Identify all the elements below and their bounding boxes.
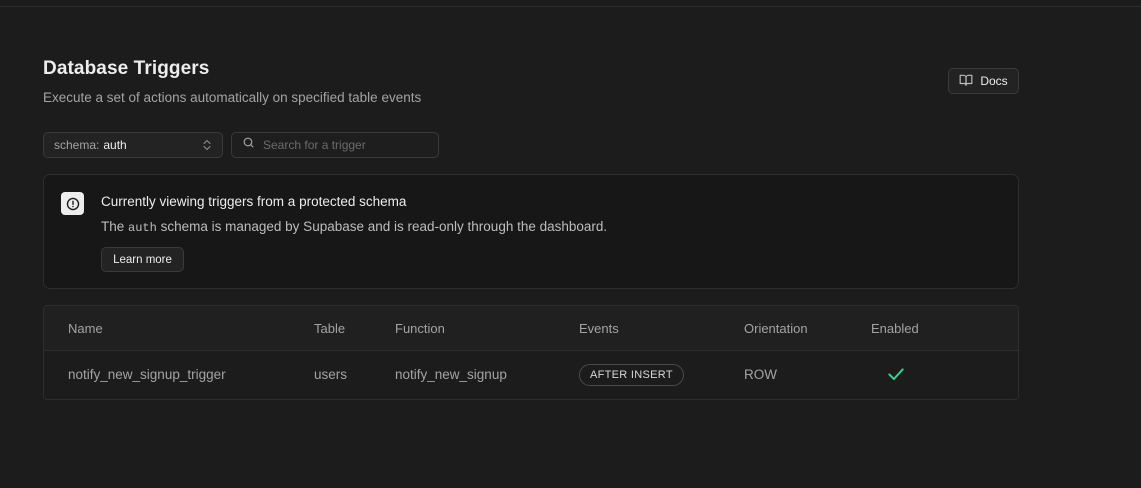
- alert-body: The auth schema is managed by Supabase a…: [101, 219, 607, 235]
- schema-select-label: schema:: [54, 138, 100, 152]
- schema-select-value: auth: [103, 138, 127, 152]
- trigger-table: users: [314, 367, 348, 382]
- trigger-name: notify_new_signup_trigger: [68, 367, 226, 382]
- column-header-enabled: Enabled: [871, 321, 919, 336]
- alert-title: Currently viewing triggers from a protec…: [101, 194, 407, 209]
- column-header-name: Name: [68, 321, 103, 336]
- table-header: Name Table Function Events Orientation E…: [44, 306, 1018, 351]
- chevrons-up-down-icon: [202, 139, 212, 151]
- protected-schema-alert: Currently viewing triggers from a protec…: [43, 174, 1019, 289]
- column-header-orientation: Orientation: [744, 321, 808, 336]
- alert-body-suffix: schema is managed by Supabase and is rea…: [160, 219, 608, 234]
- trigger-function: notify_new_signup: [395, 367, 507, 382]
- search-field[interactable]: [231, 132, 439, 158]
- docs-button-label: Docs: [980, 74, 1008, 88]
- search-icon: [242, 136, 255, 154]
- alert-circle-icon: [61, 192, 84, 215]
- page-title: Database Triggers: [43, 58, 210, 79]
- schema-select[interactable]: schema: auth: [43, 132, 223, 158]
- search-input[interactable]: [263, 138, 423, 152]
- column-header-table: Table: [314, 321, 346, 336]
- learn-more-button[interactable]: Learn more: [101, 247, 184, 272]
- trigger-orientation: ROW: [744, 367, 777, 382]
- book-icon: [959, 73, 973, 90]
- alert-body-prefix: The: [101, 219, 125, 234]
- triggers-table: Name Table Function Events Orientation E…: [43, 305, 1019, 400]
- table-row[interactable]: notify_new_signup_trigger users notify_n…: [44, 351, 1018, 399]
- column-header-events: Events: [579, 321, 619, 336]
- check-icon: [886, 364, 906, 384]
- docs-button[interactable]: Docs: [948, 68, 1019, 94]
- top-divider: [0, 6, 1141, 7]
- alert-body-schema-code: auth: [128, 221, 157, 235]
- event-badge: AFTER INSERT: [579, 364, 684, 386]
- page-subtitle: Execute a set of actions automatically o…: [43, 90, 422, 105]
- column-header-function: Function: [395, 321, 445, 336]
